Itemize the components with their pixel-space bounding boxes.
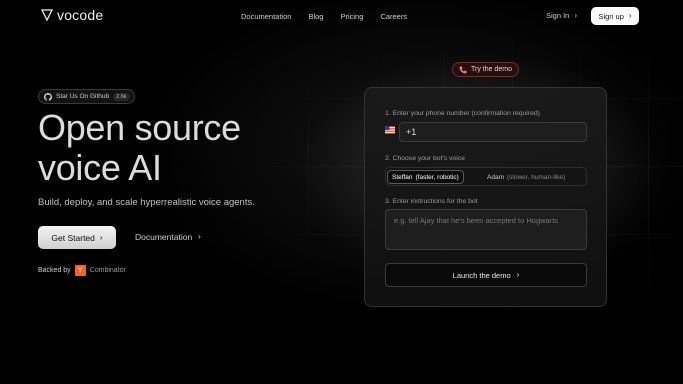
hero-title-line1: Open source [38, 107, 241, 148]
nav-documentation[interactable]: Documentation [241, 12, 291, 21]
launch-demo-button[interactable]: Launch the demo › [385, 263, 587, 287]
nav-pricing[interactable]: Pricing [340, 12, 363, 21]
phone-icon [459, 66, 467, 73]
nav-careers[interactable]: Careers [380, 12, 407, 21]
github-icon [44, 92, 52, 101]
github-star-badge[interactable]: Star Us On Github 2.6k [38, 89, 135, 104]
brand-name: vocode [57, 7, 104, 23]
voice2-name: Adam [487, 173, 504, 181]
voice1-name: Steffan [392, 173, 413, 181]
phone-number-input[interactable]: +1 [399, 122, 587, 142]
documentation-button[interactable]: Documentation › [135, 232, 201, 242]
backed-by-label: Backed by [38, 267, 71, 274]
voice2-desc: (slower, human-like) [506, 173, 566, 181]
voice1-desc: (faster, robotic) [415, 173, 459, 181]
nav-blog[interactable]: Blog [308, 12, 323, 21]
backed-by: Backed by Y Combinator [38, 265, 126, 276]
get-started-label: Get Started [51, 232, 95, 243]
chevron-right-icon: › [628, 11, 632, 20]
star-label: Star Us On Github [56, 93, 110, 100]
signup-label: Sign up [598, 11, 624, 21]
try-demo-badge[interactable]: Try the demo [452, 62, 519, 77]
us-flag-icon [385, 126, 395, 134]
chevron-right-icon: › [99, 232, 103, 242]
get-started-button[interactable]: Get Started › [38, 226, 116, 249]
documentation-label: Documentation [135, 232, 193, 242]
signup-button[interactable]: Sign up › [591, 7, 639, 25]
top-nav: Documentation Blog Pricing Careers [241, 12, 424, 21]
signin-link[interactable]: Sign In › [546, 11, 577, 20]
y-combinator-name: Combinator [89, 267, 126, 274]
star-count: 2.6k [113, 92, 130, 101]
launch-demo-label: Launch the demo [452, 270, 511, 280]
step2-label: 2. Choose your bot's voice [385, 155, 465, 162]
triangle-down-icon [41, 9, 53, 21]
voice-option-steffan[interactable]: Steffan (faster, robotic) [387, 170, 464, 184]
step3-label: 3. Enter instructions for the bot [385, 198, 478, 205]
hero-subtitle: Build, deploy, and scale hyperrealistic … [38, 197, 255, 208]
logo[interactable]: vocode [41, 7, 103, 23]
chevron-right-icon: › [516, 270, 520, 279]
hero-title: Open source voice AI [38, 108, 241, 188]
voice-option-adam[interactable]: Adam (slower, human-like) [483, 170, 569, 184]
instructions-textarea[interactable]: e.g. tell Ajay that he's been accepted t… [385, 209, 587, 250]
y-combinator-logo-icon: Y [74, 265, 86, 276]
try-demo-label: Try the demo [471, 66, 512, 73]
step1-label: 1. Enter your phone number (confirmation… [385, 110, 540, 117]
hero-title-line2: voice AI [38, 147, 162, 188]
signin-label: Sign In [546, 11, 570, 20]
chevron-right-icon: › [574, 10, 578, 20]
chevron-right-icon: › [198, 232, 201, 241]
